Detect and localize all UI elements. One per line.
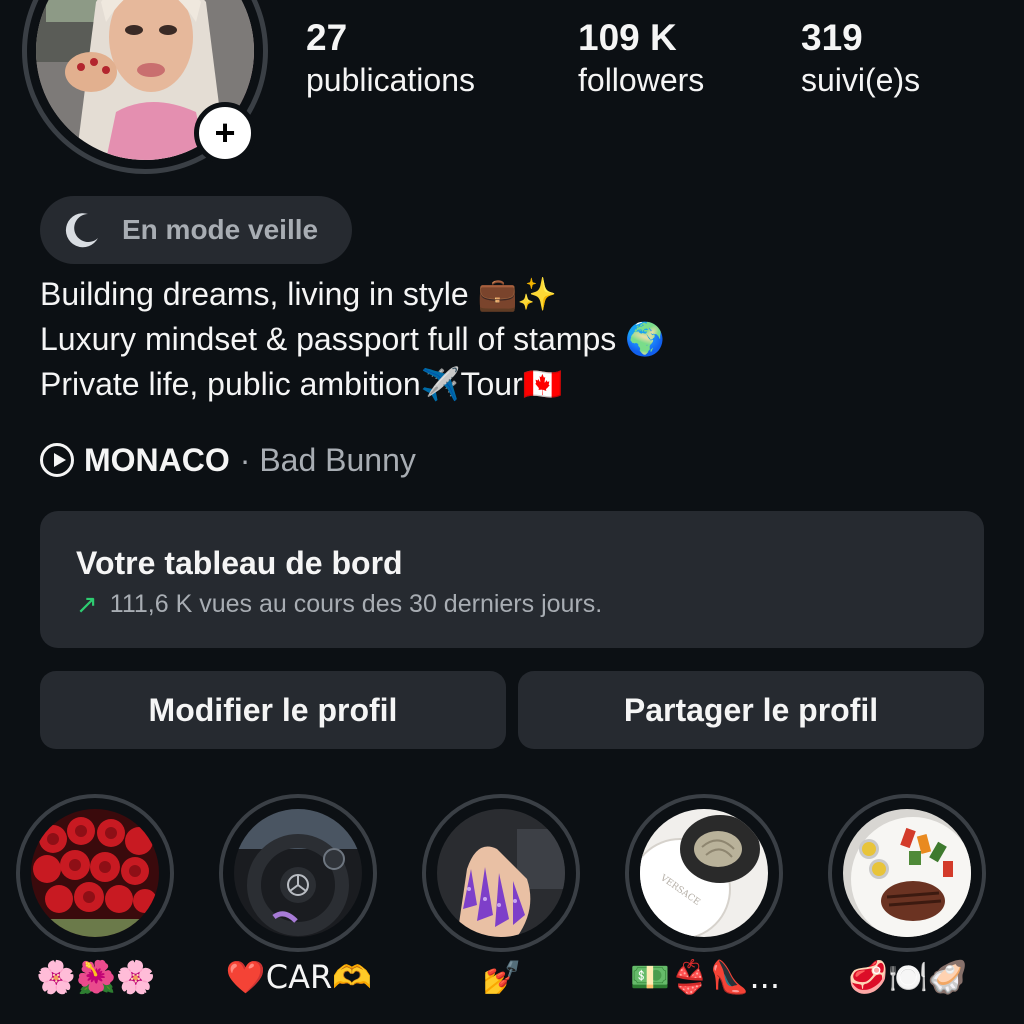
highlight-ring [828,794,986,952]
bio: Building dreams, living in style 💼✨ Luxu… [40,272,940,407]
stat-label: suivi(e)s [801,62,921,98]
play-icon [40,443,74,477]
status-note-pill[interactable]: En mode veille [40,196,352,264]
stat-publications[interactable]: 27 publications [306,16,475,100]
car-steering-image [234,809,362,937]
story-highlight[interactable]: 💅 [422,794,582,996]
moon-icon [62,210,102,250]
versace-plate-image: VERSACE [640,809,768,937]
story-highlight[interactable]: 🌸🌺🌸 [16,794,176,996]
profile-music[interactable]: MONACO · Bad Bunny [40,438,416,482]
story-highlight[interactable]: 🥩🍽️🦪 [828,794,988,996]
song-title: MONACO [84,441,230,478]
add-story-button[interactable]: + [194,102,256,164]
trend-up-arrow-icon: ↗ [76,589,98,619]
story-highlight[interactable]: VERSACE 💵👙👠... [625,794,785,996]
edit-profile-button[interactable]: Modifier le profil [40,671,506,749]
highlight-ring [16,794,174,952]
stat-followers[interactable]: 109 K followers [578,16,704,100]
highlight-caption: 🌸🌺🌸 [36,958,156,996]
dashboard-title: Votre tableau de bord [76,545,403,581]
share-profile-button[interactable]: Partager le profil [518,671,984,749]
song-artist: · Bad Bunny [239,441,416,478]
nails-image [437,809,565,937]
highlight-caption: ❤️CAR🫶 [225,958,373,996]
stat-value: 27 [306,17,348,58]
dashboard-views-text: 111,6 K vues au cours des 30 derniers jo… [109,590,603,618]
professional-dashboard-card[interactable]: Votre tableau de bord ↗ 111,6 K vues au … [40,511,984,648]
bio-line: Private life, public ambition✈️Tour🇨🇦 [40,366,563,402]
stat-label: followers [578,62,705,98]
stat-value: 109 K [578,17,677,58]
stat-following[interactable]: 319 suivi(e)s [801,16,920,100]
status-text: En mode veille [122,214,319,245]
roses-image [31,809,159,937]
profile-page: + 27 publications 109 K followers 319 su… [0,0,1024,1024]
stat-value: 319 [801,17,863,58]
highlight-caption: 💵👙👠... [629,958,781,996]
plus-icon: + [214,112,236,153]
highlight-ring: VERSACE [625,794,783,952]
story-highlight[interactable]: ❤️CAR🫶 [219,794,379,996]
steak-dinner-image [843,809,971,937]
highlight-caption: 🥩🍽️🦪 [848,958,968,996]
bio-line: Luxury mindset & passport full of stamps… [40,321,665,357]
highlight-ring [219,794,377,952]
highlight-ring [422,794,580,952]
stat-label: publications [306,62,475,98]
dashboard-subtitle: ↗ 111,6 K vues au cours des 30 derniers … [76,587,984,621]
highlight-caption: 💅 [482,958,522,996]
bio-line: Building dreams, living in style 💼✨ [40,276,558,312]
